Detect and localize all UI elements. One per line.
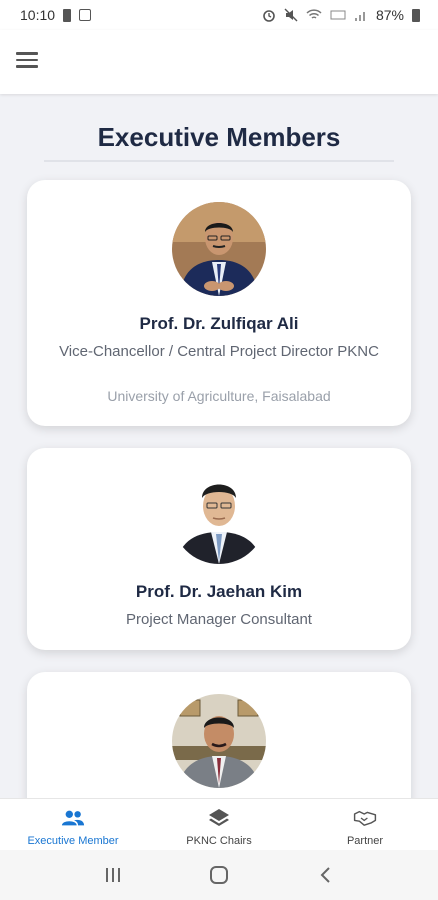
nav-label: Partner [346, 835, 384, 847]
nav-label: Executive Member [27, 835, 119, 847]
member-role: Vice-Chancellor / Central Project Direct… [59, 343, 379, 360]
member-name: Prof. Dr. Zulfiqar Ali [139, 314, 299, 333]
portrait-image [172, 202, 266, 296]
status-right: 87% [262, 7, 420, 23]
member-card[interactable] [27, 672, 411, 798]
signal-icon [354, 12, 365, 21]
page-title: Executive Members [97, 122, 341, 152]
main-content[interactable]: Executive Members Prof. Dr. Zulfiqar Ali… [0, 94, 438, 798]
battery-icon [412, 8, 420, 22]
member-avatar [172, 202, 266, 296]
storage-icon [63, 8, 72, 22]
portrait-image [172, 694, 266, 788]
layers-icon [207, 807, 231, 829]
wifi-icon [306, 9, 322, 19]
people-icon [61, 807, 85, 829]
status-bar: 10:10 87% [0, 0, 438, 30]
battery-percent: 87% [375, 7, 404, 23]
member-card[interactable]: Prof. Dr. Zulfiqar Ali Vice-Chancellor /… [27, 180, 411, 426]
app-bar [0, 30, 438, 94]
status-left: 10:10 [20, 7, 92, 23]
portrait-image [172, 470, 266, 564]
hamburger-menu-icon[interactable] [16, 52, 38, 72]
nav-executive-member[interactable]: Executive Member [0, 799, 146, 850]
member-card[interactable]: Prof. Dr. Jaehan Kim Project Manager Con… [27, 448, 411, 650]
bottom-navigation: Executive Member PKNC Chairs Partner [0, 798, 438, 850]
member-name: Prof. Dr. Jaehan Kim [135, 582, 303, 601]
title-divider [44, 160, 394, 162]
member-role: Project Manager Consultant [126, 611, 312, 628]
recent-apps-icon[interactable] [98, 860, 128, 890]
gallery-icon [79, 9, 92, 21]
system-navigation-bar [0, 850, 438, 900]
home-icon[interactable] [204, 860, 234, 890]
alarm-icon [263, 10, 275, 22]
status-time: 10:10 [20, 7, 56, 23]
back-icon[interactable] [310, 860, 340, 890]
member-avatar [172, 694, 266, 788]
mute-icon [284, 8, 298, 22]
member-organization: University of Agriculture, Faisalabad [107, 388, 331, 404]
handshake-icon [353, 807, 377, 829]
nav-label: PKNC Chairs [186, 835, 252, 847]
volte-icon [330, 10, 346, 20]
nav-partner[interactable]: Partner [292, 799, 438, 850]
member-avatar [172, 470, 266, 564]
nav-pknc-chairs[interactable]: PKNC Chairs [146, 799, 292, 850]
